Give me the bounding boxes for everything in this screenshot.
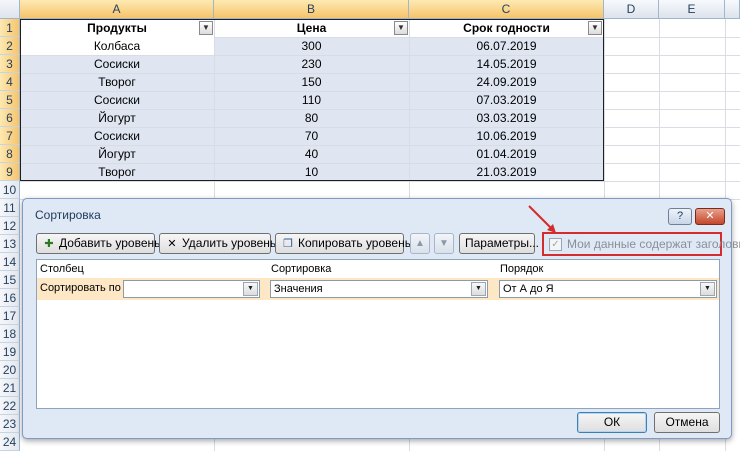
- copy-level-button[interactable]: ❐ Копировать уровень: [275, 233, 411, 254]
- row-header[interactable]: 11: [0, 199, 20, 217]
- sort-dialog: Сортировка ? ✕ ✚ Добавить уровень ✕ Удалит…: [22, 198, 740, 439]
- table-cell[interactable]: Сосиски: [20, 91, 214, 109]
- table-cell[interactable]: Творог: [20, 73, 214, 91]
- row-header[interactable]: 12: [0, 217, 20, 235]
- move-up-button[interactable]: ▲: [410, 233, 430, 254]
- cancel-button[interactable]: Отмена: [654, 412, 720, 433]
- row-header[interactable]: 10: [0, 181, 20, 199]
- order-header-label: Порядок: [500, 263, 544, 275]
- column-header-a[interactable]: A: [20, 0, 214, 19]
- table-cell[interactable]: 150: [214, 73, 409, 91]
- table-cell[interactable]: 21.03.2019: [409, 163, 604, 181]
- row-header[interactable]: 8: [0, 145, 20, 163]
- row-header[interactable]: 15: [0, 271, 20, 289]
- table-cell[interactable]: 230: [214, 55, 409, 73]
- close-button[interactable]: ✕: [695, 208, 725, 225]
- table-cell[interactable]: 80: [214, 109, 409, 127]
- annotation-arrow-icon: [528, 205, 556, 233]
- select-all-corner[interactable]: [0, 0, 20, 19]
- checkbox-check-icon[interactable]: ✓: [549, 238, 562, 251]
- table-cell[interactable]: Сосиски: [20, 127, 214, 145]
- table-cell[interactable]: 07.03.2019: [409, 91, 604, 109]
- dialog-title: Сортировка: [35, 208, 101, 222]
- row-header[interactable]: 16: [0, 289, 20, 307]
- table-cell[interactable]: 110: [214, 91, 409, 109]
- table-cell[interactable]: Йогурт: [20, 109, 214, 127]
- sort-on-select[interactable]: Значения ▼: [270, 280, 488, 298]
- order-select[interactable]: От А до Я ▼: [499, 280, 717, 298]
- table-cell[interactable]: Сосиски: [20, 55, 214, 73]
- row-header[interactable]: 23: [0, 415, 20, 433]
- sort-on-select-value: Значения: [274, 283, 323, 295]
- table-cell[interactable]: 03.03.2019: [409, 109, 604, 127]
- filter-dropdown-icon[interactable]: ▼: [199, 21, 213, 35]
- chevron-down-icon[interactable]: ▼: [700, 282, 715, 296]
- table-cell[interactable]: 70: [214, 127, 409, 145]
- move-down-button[interactable]: ▼: [434, 233, 454, 254]
- filter-dropdown-icon[interactable]: ▼: [394, 21, 408, 35]
- row-header[interactable]: 17: [0, 307, 20, 325]
- order-select-value: От А до Я: [503, 283, 554, 295]
- copy-level-label: Копировать уровень: [298, 236, 411, 250]
- row-header[interactable]: 18: [0, 325, 20, 343]
- table-cell[interactable]: Йогурт: [20, 145, 214, 163]
- table-cell[interactable]: 24.09.2019: [409, 73, 604, 91]
- row-header[interactable]: 7: [0, 127, 20, 145]
- row-header[interactable]: 3: [0, 55, 20, 73]
- table-cell[interactable]: 01.04.2019: [409, 145, 604, 163]
- delete-level-icon: ✕: [167, 238, 177, 250]
- row-header[interactable]: 22: [0, 397, 20, 415]
- row-header[interactable]: 5: [0, 91, 20, 109]
- row-header[interactable]: 4: [0, 73, 20, 91]
- column-header-d[interactable]: D: [604, 0, 659, 19]
- delete-level-label: Удалить уровень: [182, 236, 277, 250]
- row-header[interactable]: 2: [0, 37, 20, 55]
- chevron-down-icon[interactable]: ▼: [471, 282, 486, 296]
- table-cell[interactable]: Творог: [20, 163, 214, 181]
- table-cell[interactable]: 10: [214, 163, 409, 181]
- add-level-label: Добавить уровень: [59, 236, 161, 250]
- ok-button[interactable]: ОК: [577, 412, 647, 433]
- table-header-expiry[interactable]: Срок годности: [409, 19, 604, 37]
- filter-dropdown-icon[interactable]: ▼: [588, 21, 602, 35]
- my-data-has-headers-label: Мои данные содержат заголовки: [567, 237, 740, 251]
- row-header[interactable]: 24: [0, 433, 20, 451]
- add-level-icon: ✚: [44, 238, 54, 250]
- my-data-has-headers-checkbox[interactable]: ✓ Мои данные содержат заголовки: [542, 232, 740, 256]
- row-header[interactable]: 21: [0, 379, 20, 397]
- table-header-price[interactable]: Цена: [214, 19, 409, 37]
- row-header[interactable]: 19: [0, 343, 20, 361]
- row-header[interactable]: 14: [0, 253, 20, 271]
- row-header[interactable]: 6: [0, 109, 20, 127]
- table-cell[interactable]: Колбаса: [20, 37, 214, 55]
- options-button[interactable]: Параметры...: [459, 233, 539, 254]
- table-cell[interactable]: 06.07.2019: [409, 37, 604, 55]
- sort-levels-list: Столбец Сортировка Порядок Сортировать п…: [36, 259, 720, 409]
- table-cell[interactable]: 14.05.2019: [409, 55, 604, 73]
- column-header-e[interactable]: E: [659, 0, 725, 19]
- table-header-products[interactable]: Продукты: [20, 19, 214, 37]
- add-level-button[interactable]: ✚ Добавить уровень: [36, 233, 160, 254]
- row-header[interactable]: 1: [0, 19, 20, 37]
- column-select[interactable]: ▼: [123, 280, 260, 298]
- column-header-label: Столбец: [40, 263, 84, 275]
- sort-level-row[interactable]: Сортировать по ▼ Значения ▼ От А до Я ▼: [37, 278, 719, 300]
- table-cell[interactable]: 300: [214, 37, 409, 55]
- column-header-b[interactable]: B: [214, 0, 409, 19]
- chevron-down-icon[interactable]: ▼: [243, 282, 258, 296]
- help-button[interactable]: ?: [668, 208, 692, 225]
- column-header-f[interactable]: [725, 0, 740, 19]
- row-header[interactable]: 9: [0, 163, 20, 181]
- table-cell[interactable]: 40: [214, 145, 409, 163]
- row-header[interactable]: 20: [0, 361, 20, 379]
- row-header[interactable]: 13: [0, 235, 20, 253]
- sort-by-label: Сортировать по: [40, 282, 121, 294]
- delete-level-button[interactable]: ✕ Удалить уровень: [159, 233, 276, 254]
- copy-level-icon: ❐: [283, 238, 293, 250]
- column-header-c[interactable]: C: [409, 0, 604, 19]
- table-cell[interactable]: 10.06.2019: [409, 127, 604, 145]
- sort-on-header-label: Сортировка: [271, 263, 332, 275]
